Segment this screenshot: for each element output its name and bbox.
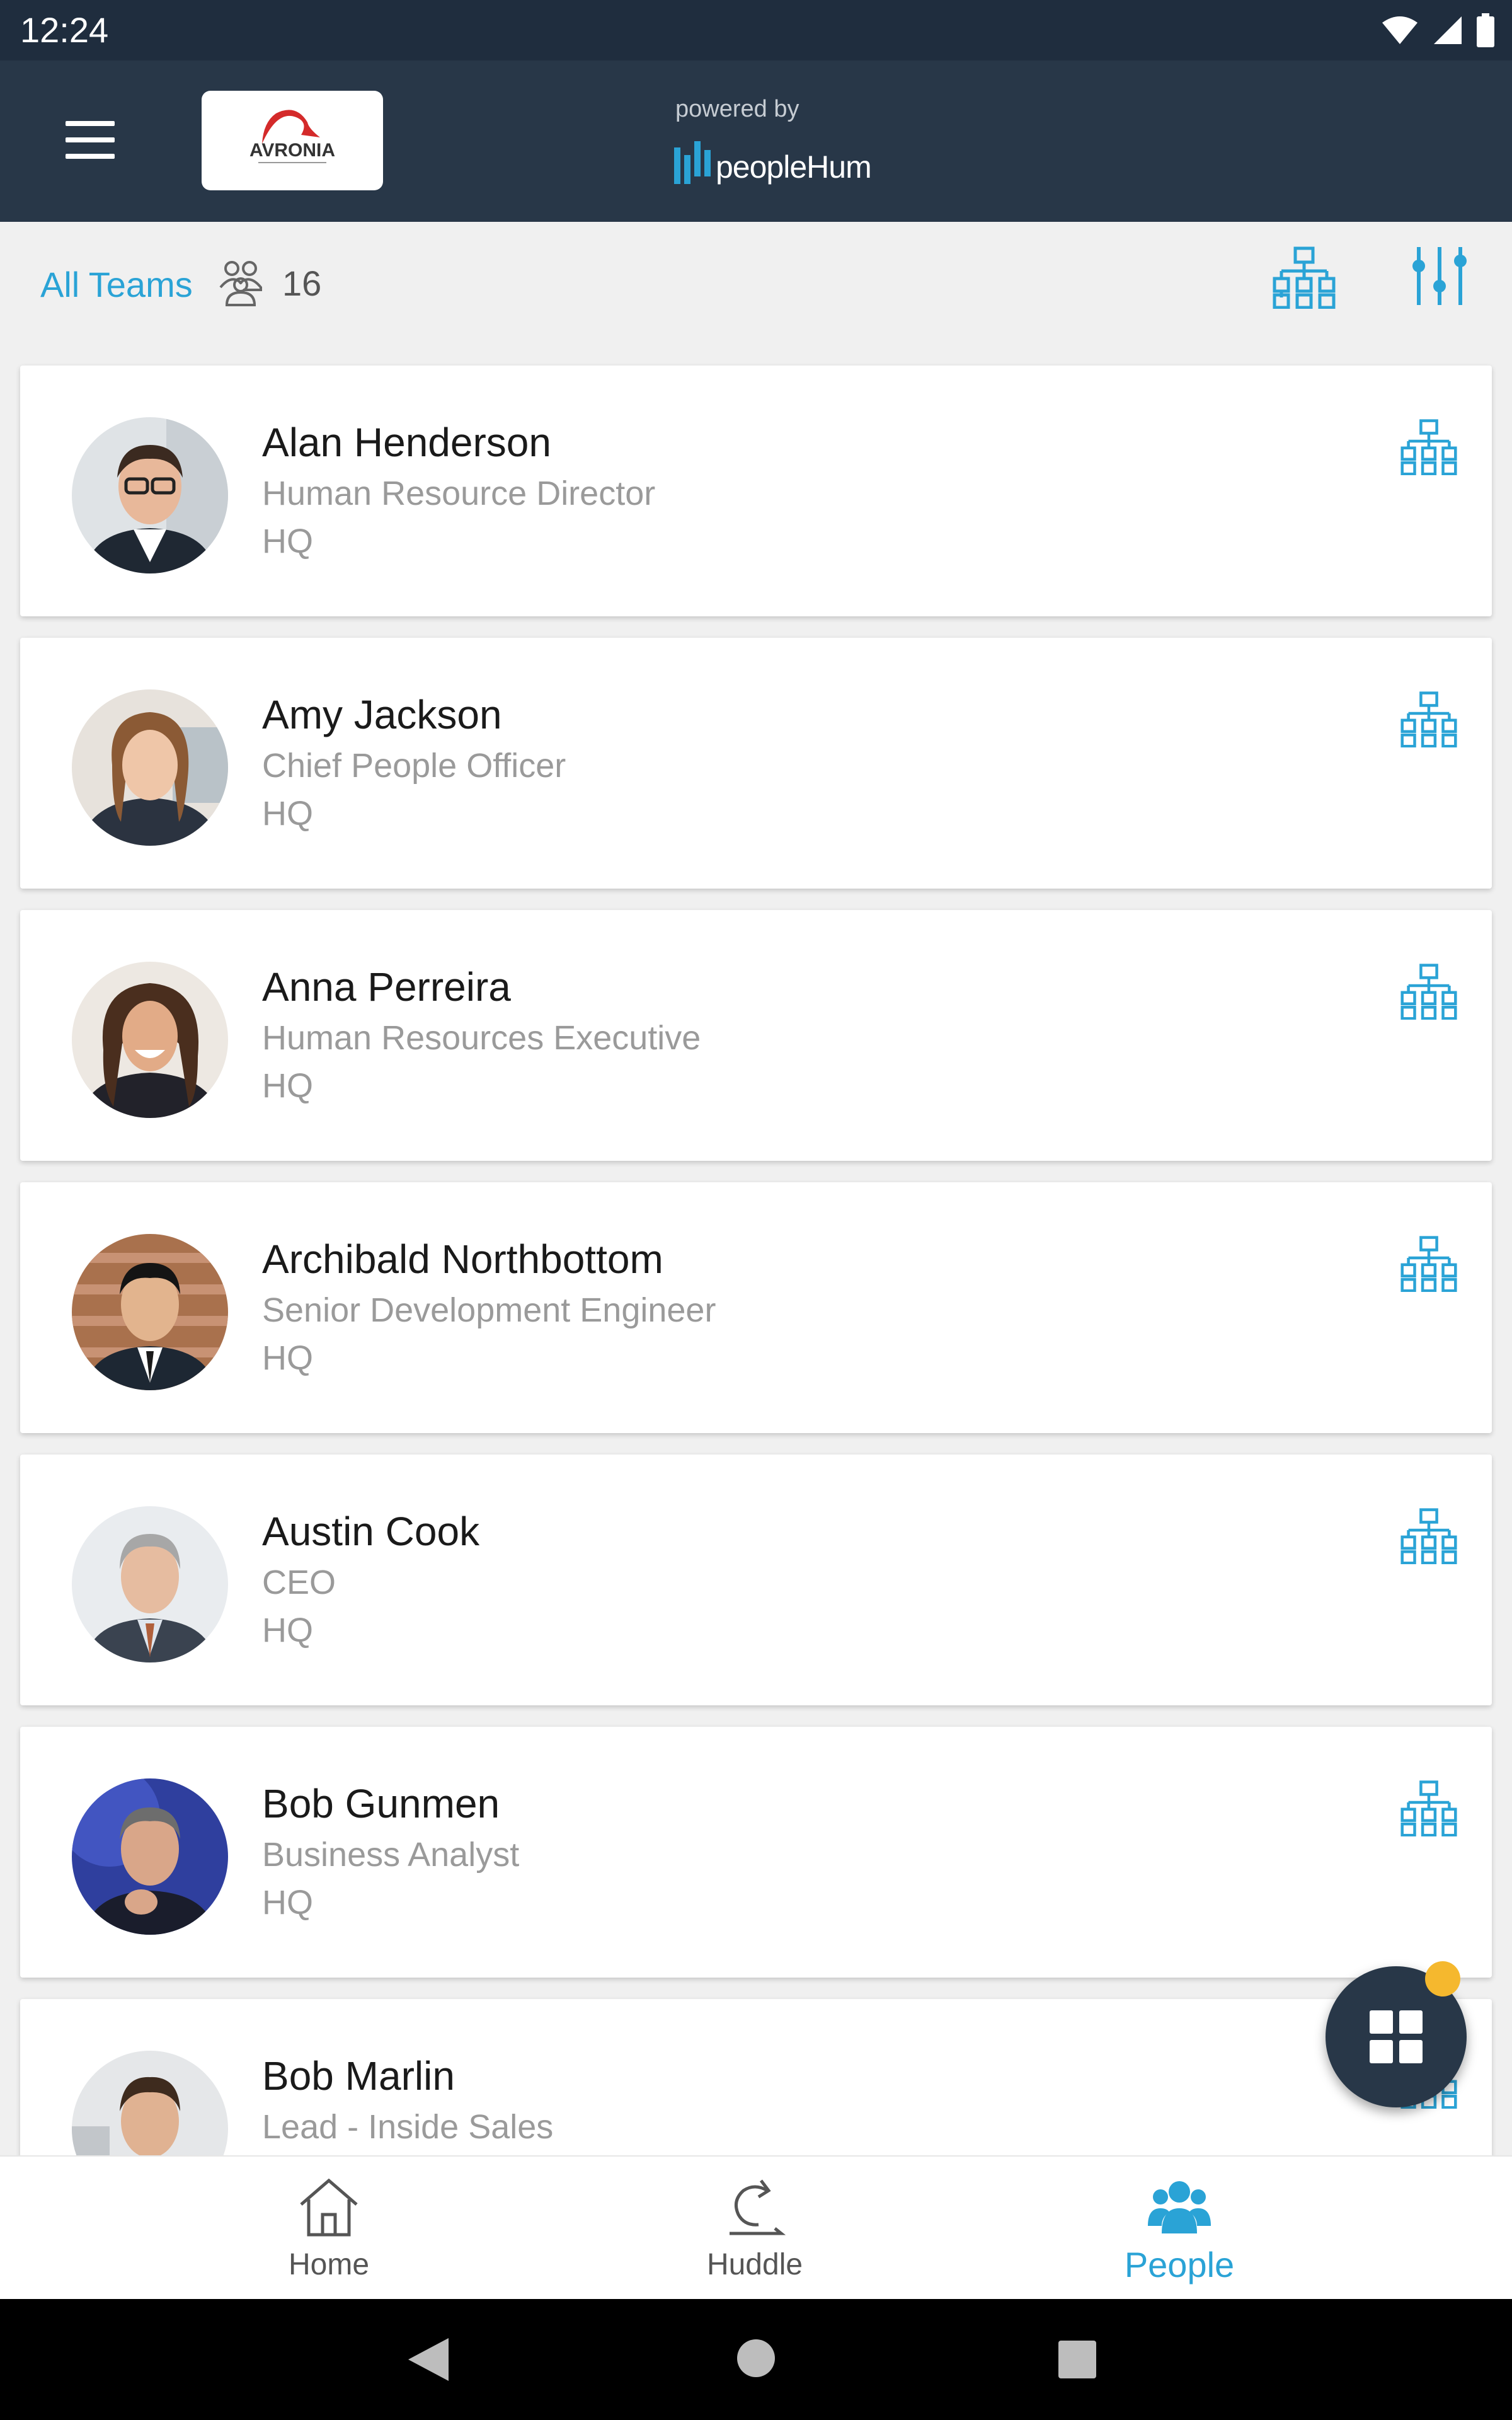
notification-badge [1425, 1961, 1460, 1997]
person-title: Lead - Inside Sales [262, 2108, 554, 2146]
brand: powered by peopleHum [674, 93, 872, 185]
org-chart-icon[interactable] [1399, 691, 1459, 747]
nav-huddle-label: Huddle [706, 2248, 803, 2281]
company-logo-mark: AVRONIA [249, 110, 335, 163]
battery-icon [1477, 13, 1494, 47]
people-list: Alan Henderson Human Resource Director H… [0, 345, 1512, 2155]
status-icons [1381, 11, 1494, 49]
team-filter-link[interactable]: All Teams [40, 262, 193, 308]
person-name: Anna Perreira [262, 964, 511, 1010]
person-title: Senior Development Engineer [262, 1291, 716, 1329]
filter-row: All Teams 16 [0, 222, 1512, 345]
person-card[interactable]: Bob Gunmen Business Analyst HQ [20, 1727, 1492, 1978]
person-location: HQ [262, 1339, 313, 1377]
system-nav-bar [0, 2299, 1512, 2420]
person-title: Human Resource Director [262, 475, 656, 512]
person-location: HQ [262, 795, 313, 833]
powered-by-text: powered by [675, 96, 799, 122]
person-location: HQ [262, 1611, 313, 1649]
person-title: Business Analyst [262, 1836, 520, 1874]
wifi-icon [1382, 16, 1418, 44]
recents-icon[interactable] [1058, 2341, 1096, 2378]
org-chart-icon[interactable] [1399, 1235, 1459, 1292]
signal-icon [1434, 16, 1462, 44]
team-members-icon [219, 261, 262, 306]
org-chart-icon[interactable] [1399, 418, 1459, 475]
brand-name: peopleHum [716, 149, 872, 185]
person-card[interactable]: Amy Jackson Chief People Officer HQ [20, 638, 1492, 889]
person-card[interactable]: Anna Perreira Human Resources Executive … [20, 910, 1492, 1161]
person-card[interactable]: Bob Marlin Lead - Inside Sales HQ [20, 1999, 1492, 2155]
person-name: Bob Marlin [262, 2053, 455, 2099]
person-name: Archibald Northbottom [262, 1236, 663, 1282]
person-title: Chief People Officer [262, 747, 566, 785]
status-time: 12:24 [20, 10, 109, 50]
status-bar: 12:24 [0, 0, 1512, 60]
app-header: AVRONIA powered by peopleHum [0, 60, 1512, 222]
huddle-icon [730, 2179, 786, 2235]
avatar [72, 1234, 228, 1390]
people-icon [1148, 2181, 1211, 2233]
nav-home[interactable]: Home [203, 2157, 455, 2300]
avatar [72, 689, 228, 846]
person-name: Alan Henderson [262, 420, 551, 465]
nav-huddle[interactable]: Huddle [629, 2157, 881, 2300]
bottom-nav: Home Huddle People [0, 2155, 1512, 2299]
filter-sliders-icon[interactable] [1411, 245, 1468, 308]
person-name: Bob Gunmen [262, 1781, 500, 1826]
person-title: CEO [262, 1564, 336, 1601]
avatar [72, 962, 228, 1118]
nav-people[interactable]: People [1053, 2157, 1305, 2300]
avatar [72, 1506, 228, 1662]
home-circle-icon[interactable] [737, 2339, 775, 2377]
member-count: 16 [282, 263, 322, 303]
menu-button[interactable] [66, 121, 115, 159]
peoplehum-logo-icon [674, 141, 711, 184]
org-chart-icon[interactable] [1399, 1780, 1459, 1836]
avatar [72, 2051, 228, 2155]
person-name: Austin Cook [262, 1509, 480, 1554]
person-title: Human Resources Executive [262, 1019, 701, 1057]
avatar [72, 1778, 228, 1935]
company-logo-text: AVRONIA [249, 140, 335, 161]
nav-people-label: People [1124, 2245, 1235, 2285]
person-card[interactable]: Archibald Northbottom Senior Development… [20, 1182, 1492, 1433]
org-chart-icon[interactable] [1399, 963, 1459, 1020]
back-icon[interactable] [408, 2338, 449, 2381]
person-location: HQ [262, 1067, 313, 1105]
person-card[interactable]: Alan Henderson Human Resource Director H… [20, 366, 1492, 616]
person-location: HQ [262, 1884, 313, 1922]
apps-grid-icon [1370, 2010, 1423, 2063]
person-name: Amy Jackson [262, 692, 502, 737]
nav-home-label: Home [288, 2248, 370, 2281]
home-icon [300, 2178, 358, 2237]
avatar [72, 417, 228, 573]
person-card[interactable]: Austin Cook CEO HQ [20, 1455, 1492, 1705]
person-location: HQ [262, 522, 313, 560]
org-chart-icon[interactable] [1399, 1507, 1459, 1564]
company-logo[interactable]: AVRONIA [202, 91, 383, 190]
org-chart-icon[interactable] [1273, 246, 1336, 309]
